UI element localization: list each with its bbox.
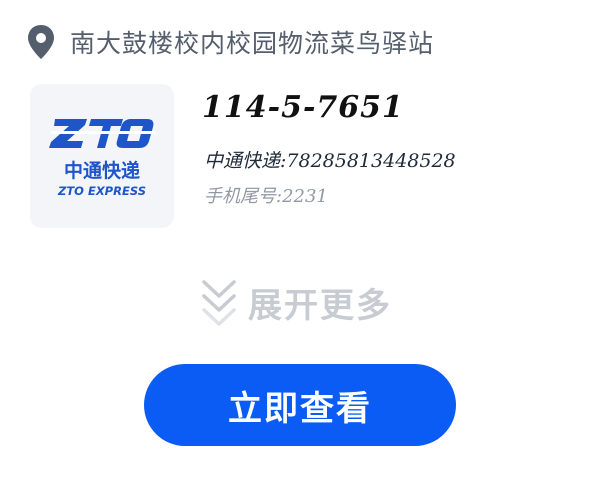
courier-logo: 中通快递 ZTO EXPRESS xyxy=(30,84,174,228)
double-chevron-down-icon xyxy=(202,280,236,326)
expand-more-toggle[interactable]: 展开更多 xyxy=(200,274,392,330)
phone-suffix: 手机尾号:2231 xyxy=(204,186,328,207)
pickup-code: 114-5-7651 xyxy=(202,90,404,125)
zto-logo-icon: 中通快递 ZTO EXPRESS xyxy=(49,119,155,198)
tracking-number: 中通快递:78285813448528 xyxy=(204,150,456,172)
svg-text:ZTO EXPRESS: ZTO EXPRESS xyxy=(57,184,146,198)
location-row: 南大鼓楼校内校园物流菜鸟驿站 xyxy=(26,22,434,62)
view-now-button[interactable]: 立即查看 xyxy=(144,364,456,446)
station-name: 南大鼓楼校内校园物流菜鸟驿站 xyxy=(70,29,435,58)
svg-text:中通快递: 中通快递 xyxy=(64,159,140,182)
location-pin-icon xyxy=(28,25,54,59)
expand-more-label: 展开更多 xyxy=(248,285,392,326)
